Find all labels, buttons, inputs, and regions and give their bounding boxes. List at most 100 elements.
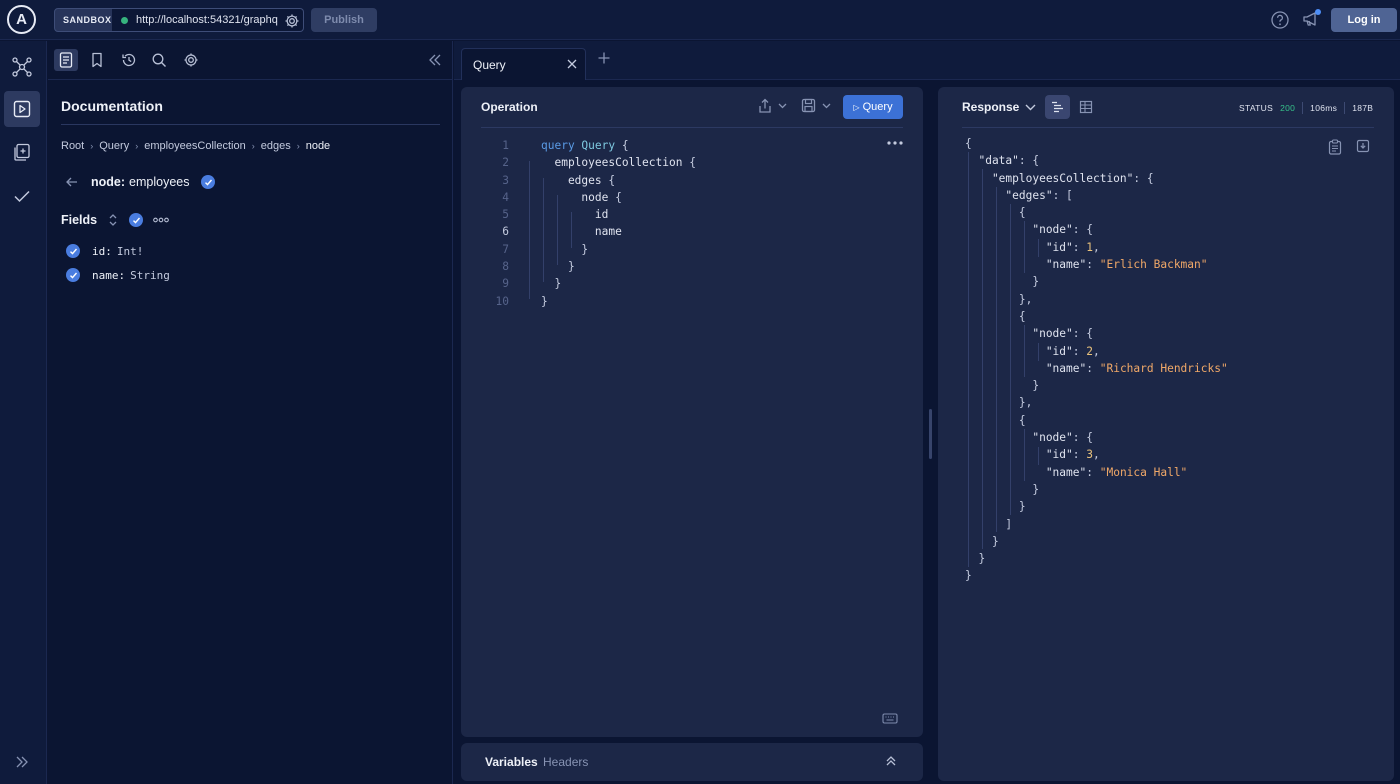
keyboard-icon[interactable] bbox=[882, 713, 898, 724]
docs-icon[interactable] bbox=[54, 49, 78, 71]
plus-icon[interactable] bbox=[597, 51, 611, 65]
collapse-icon[interactable] bbox=[423, 49, 447, 71]
field-type[interactable]: String bbox=[130, 269, 170, 282]
left-rail bbox=[0, 41, 47, 784]
field-name: id: bbox=[92, 244, 112, 258]
apollo-logo-icon[interactable]: A bbox=[7, 5, 36, 34]
settings-icon[interactable] bbox=[284, 13, 300, 29]
sandbox-badge: SANDBOX bbox=[54, 8, 121, 32]
code-line[interactable]: 6 name bbox=[481, 223, 881, 240]
json-token: 1 bbox=[1086, 240, 1094, 254]
code-line[interactable]: 2 employeesCollection { bbox=[481, 154, 881, 171]
search-icon[interactable] bbox=[147, 49, 171, 71]
close-icon[interactable] bbox=[566, 58, 578, 70]
indent-guide bbox=[996, 187, 997, 532]
code-token: node bbox=[541, 190, 609, 204]
more-icon[interactable] bbox=[887, 141, 903, 145]
breadcrumb: Root › Query › employeesCollection › edg… bbox=[61, 140, 330, 153]
field-row-name[interactable]: name: String bbox=[66, 268, 170, 282]
bookmark-icon[interactable] bbox=[85, 49, 109, 71]
divider bbox=[962, 127, 1374, 128]
code-token: query bbox=[541, 139, 582, 152]
field-type[interactable]: Int! bbox=[117, 245, 144, 258]
download-icon[interactable] bbox=[1356, 139, 1370, 153]
divider bbox=[61, 124, 440, 125]
fields-check-icon[interactable] bbox=[129, 213, 144, 227]
tab-label: Query bbox=[473, 58, 506, 72]
chevron-down-icon[interactable] bbox=[778, 103, 787, 109]
save-icon[interactable] bbox=[801, 98, 831, 113]
code-token: name bbox=[541, 225, 622, 239]
indent-guide bbox=[1038, 343, 1039, 361]
share-icon[interactable] bbox=[758, 98, 787, 114]
field-check-icon[interactable] bbox=[66, 244, 80, 258]
field-row-id[interactable]: id: Int! bbox=[66, 244, 143, 258]
code-line[interactable]: 9 } bbox=[481, 275, 881, 292]
code-token: } bbox=[541, 242, 589, 256]
expand-icon[interactable] bbox=[884, 754, 898, 768]
code-line[interactable]: 3 edges { bbox=[481, 172, 881, 189]
tab-headers[interactable]: Headers bbox=[543, 755, 588, 769]
json-token: : { bbox=[1072, 327, 1093, 341]
response-viewer[interactable]: { "data": { "employeesCollection": { "ed… bbox=[965, 135, 1325, 585]
copy-icon[interactable] bbox=[1328, 139, 1342, 155]
json-token: "name" bbox=[965, 258, 1087, 272]
json-token: ] bbox=[965, 517, 1013, 531]
check-icon[interactable] bbox=[4, 178, 40, 214]
response-line: { bbox=[965, 412, 1325, 429]
help-icon[interactable] bbox=[1270, 10, 1290, 30]
code-line[interactable]: 1 query Query { bbox=[481, 137, 881, 154]
query-editor[interactable]: 1 query Query {2 employeesCollection {3 e… bbox=[481, 137, 881, 310]
chevron-right-icon: › bbox=[135, 141, 139, 151]
chevron-down-icon[interactable] bbox=[822, 103, 831, 109]
more-icon[interactable] bbox=[153, 217, 169, 223]
publish-button[interactable]: Publish bbox=[311, 8, 377, 32]
breadcrumb-item[interactable]: Query bbox=[99, 140, 129, 153]
code-line[interactable]: 10} bbox=[481, 293, 881, 310]
code-line[interactable]: 4 node { bbox=[481, 189, 881, 206]
settings-icon[interactable] bbox=[179, 49, 203, 71]
response-title-dropdown[interactable]: Response bbox=[962, 100, 1036, 114]
json-view-icon[interactable] bbox=[1045, 95, 1070, 119]
schema-icon[interactable] bbox=[4, 134, 40, 170]
breadcrumb-item[interactable]: Root bbox=[61, 140, 84, 153]
json-token: "Monica Hall" bbox=[1099, 465, 1188, 479]
fields-header: Fields bbox=[61, 213, 169, 227]
back-arrow-icon[interactable] bbox=[65, 175, 79, 189]
json-token: 2 bbox=[1086, 344, 1094, 358]
indent-guide bbox=[982, 169, 983, 549]
response-panel: Response STATUS 200 106ms 187B { "data":… bbox=[938, 87, 1394, 781]
select-all-check-icon[interactable] bbox=[201, 175, 216, 189]
code-line[interactable]: 7 } bbox=[481, 241, 881, 258]
tab-variables[interactable]: Variables bbox=[485, 755, 538, 769]
code-token: edges bbox=[541, 173, 602, 187]
play-icon[interactable] bbox=[4, 91, 40, 127]
json-token: "name" bbox=[965, 465, 1087, 479]
graph-icon[interactable] bbox=[4, 49, 40, 85]
code-line[interactable]: 5 id bbox=[481, 206, 881, 223]
breadcrumb-item[interactable]: edges bbox=[261, 140, 291, 153]
table-view-icon[interactable] bbox=[1073, 95, 1098, 119]
endpoint-url-field[interactable]: http://localhost:54321/graphql bbox=[112, 8, 304, 32]
resize-handle[interactable] bbox=[929, 409, 932, 459]
code-line[interactable]: 8 } bbox=[481, 258, 881, 275]
node-type[interactable]: employees bbox=[129, 175, 189, 189]
response-line: }, bbox=[965, 394, 1325, 411]
node-title: node: bbox=[91, 175, 126, 189]
login-button[interactable]: Log in bbox=[1331, 8, 1397, 32]
response-line: "name": "Erlich Backman" bbox=[965, 256, 1325, 273]
breadcrumb-current: node bbox=[305, 140, 331, 152]
run-query-label: Query bbox=[862, 101, 893, 113]
run-query-button[interactable]: ▷ Query bbox=[843, 95, 903, 119]
chevron-right-icon: › bbox=[90, 141, 94, 151]
tab-query[interactable]: Query bbox=[461, 48, 586, 80]
history-icon[interactable] bbox=[117, 49, 141, 71]
line-number: 4 bbox=[502, 190, 509, 204]
endpoint-url-text[interactable]: http://localhost:54321/graphql bbox=[136, 9, 278, 31]
response-line: ] bbox=[965, 516, 1325, 533]
breadcrumb-item[interactable]: employeesCollection bbox=[144, 140, 246, 153]
json-token: "employeesCollection" bbox=[965, 171, 1134, 185]
sort-icon[interactable] bbox=[107, 213, 119, 227]
field-check-icon[interactable] bbox=[66, 268, 80, 282]
expand-sidebar-icon[interactable] bbox=[4, 744, 40, 780]
